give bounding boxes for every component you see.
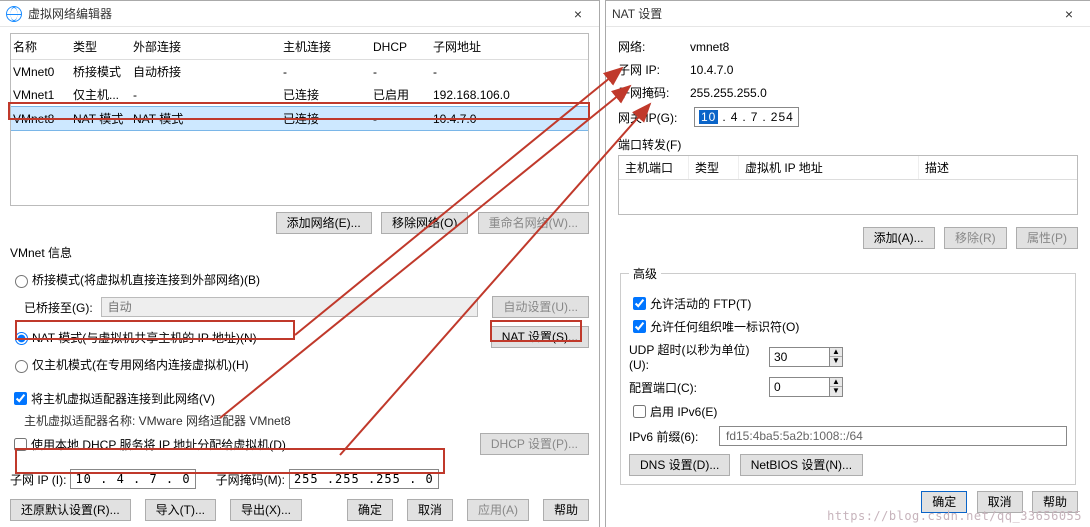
config-port-row: 配置端口(C): ▲▼ bbox=[629, 377, 1067, 397]
allow-ftp-checkbox[interactable] bbox=[633, 297, 646, 310]
close-icon[interactable]: × bbox=[563, 6, 593, 22]
nat-settings-window: NAT 设置 × 网络:vmnet8 子网 IP:10.4.7.0 子网掩码:2… bbox=[605, 0, 1090, 527]
host-only-radio[interactable] bbox=[15, 360, 28, 373]
spinner-down-icon[interactable]: ▼ bbox=[830, 357, 842, 366]
apply-button[interactable]: 应用(A) bbox=[467, 499, 529, 521]
spinner-down-icon[interactable]: ▼ bbox=[830, 387, 842, 396]
table-row-selected[interactable]: VMnet8NAT 模式NAT 模式已连接-10.4.7.0 bbox=[11, 107, 588, 131]
dhcp-settings-button[interactable]: DHCP 设置(P)... bbox=[480, 433, 589, 455]
nat-mode-label: NAT 模式(与虚拟机共享主机的 IP 地址)(N) bbox=[32, 329, 257, 346]
subnet-ip-value: 10.4.7.0 bbox=[690, 63, 733, 77]
col-ext[interactable]: 外部连接 bbox=[131, 34, 281, 60]
enable-ipv6-row[interactable]: 启用 IPv6(E) bbox=[629, 402, 1067, 421]
pf-props-button[interactable]: 属性(P) bbox=[1016, 227, 1078, 249]
close-icon[interactable]: × bbox=[1054, 6, 1084, 22]
dhcp-check-row[interactable]: 使用本地 DHCP 服务将 IP 地址分配给虚拟机(D) DHCP 设置(P).… bbox=[10, 433, 589, 455]
col-subnet[interactable]: 子网地址 bbox=[431, 34, 588, 60]
restore-defaults-button[interactable]: 还原默认设置(R)... bbox=[10, 499, 131, 521]
col-type[interactable]: 类型 bbox=[71, 34, 131, 60]
right-window-title: NAT 设置 bbox=[612, 5, 1054, 22]
ipv6-prefix-input[interactable] bbox=[719, 426, 1067, 446]
allow-org-row[interactable]: 允许任何组织唯一标识符(O) bbox=[629, 317, 1067, 336]
networks-table[interactable]: 名称 类型 外部连接 主机连接 DHCP 子网地址 VMnet0桥接模式自动桥接… bbox=[11, 34, 588, 131]
config-port-spinner[interactable]: ▲▼ bbox=[769, 377, 843, 397]
table-row[interactable]: VMnet0桥接模式自动桥接--- bbox=[11, 60, 588, 84]
udp-timeout-spinner[interactable]: ▲▼ bbox=[769, 347, 843, 367]
rename-network-button[interactable]: 重命名网络(W)... bbox=[478, 212, 589, 234]
subnet-mask-value: 255.255.255.0 bbox=[690, 86, 767, 100]
remove-network-button[interactable]: 移除网络(O) bbox=[381, 212, 468, 234]
network-row: 网络:vmnet8 bbox=[618, 38, 1078, 55]
network-buttons-row: 添加网络(E)... 移除网络(O) 重命名网络(W)... bbox=[10, 212, 589, 234]
dhcp-label: 使用本地 DHCP 服务将 IP 地址分配给虚拟机(D) bbox=[31, 436, 286, 453]
watermark-text: https://blog.csdn.net/qq_33656055 bbox=[827, 509, 1082, 523]
allow-ftp-row[interactable]: 允许活动的 FTP(T) bbox=[629, 294, 1067, 313]
export-button[interactable]: 导出(X)... bbox=[230, 499, 302, 521]
pf-col-vmip[interactable]: 虚拟机 IP 地址 bbox=[739, 156, 919, 179]
help-button[interactable]: 帮助 bbox=[543, 499, 589, 521]
left-footer-buttons: 还原默认设置(R)... 导入(T)... 导出(X)... 确定 取消 应用(… bbox=[10, 499, 589, 521]
pf-add-button[interactable]: 添加(A)... bbox=[863, 227, 935, 249]
bridge-mode-radio-row[interactable]: 桥接模式(将虚拟机直接连接到外部网络)(B) bbox=[10, 271, 589, 288]
advanced-legend: 高级 bbox=[629, 265, 661, 282]
import-button[interactable]: 导入(T)... bbox=[145, 499, 216, 521]
col-name[interactable]: 名称 bbox=[11, 34, 71, 60]
networks-table-container: 名称 类型 外部连接 主机连接 DHCP 子网地址 VMnet0桥接模式自动桥接… bbox=[10, 33, 589, 206]
subnet-mask-label: 子网掩码(M): bbox=[216, 471, 285, 488]
cancel-button[interactable]: 取消 bbox=[407, 499, 453, 521]
host-only-label: 仅主机模式(在专用网络内连接虚拟机)(H) bbox=[32, 356, 249, 373]
bridge-to-select[interactable]: 自动 bbox=[101, 297, 479, 317]
subnet-ip-row: 子网 IP:10.4.7.0 bbox=[618, 61, 1078, 78]
globe-icon bbox=[6, 6, 22, 22]
dns-netbios-row: DNS 设置(D)... NetBIOS 设置(N)... bbox=[629, 454, 1067, 476]
gateway-ip-input[interactable]: 10. 4. 7. 254 bbox=[694, 107, 799, 127]
virtual-network-editor-window: 虚拟网络编辑器 × 名称 类型 外部连接 主机连接 DHCP 子网地址 VMne… bbox=[0, 0, 600, 527]
bridge-to-label: 已桥接至(G): bbox=[24, 299, 93, 316]
gateway-ip-row: 网关 IP(G): 10. 4. 7. 254 bbox=[618, 107, 1078, 127]
port-forward-table[interactable]: 主机端口 类型 虚拟机 IP 地址 描述 bbox=[618, 155, 1078, 215]
pf-col-desc[interactable]: 描述 bbox=[919, 156, 1077, 179]
bridge-auto-settings-button[interactable]: 自动设置(U)... bbox=[492, 296, 589, 318]
subnet-mask-input[interactable]: 255 .255 .255 . 0 bbox=[289, 469, 439, 489]
subnet-ip-input[interactable]: 10 . 4 . 7 . 0 bbox=[70, 469, 195, 489]
right-titlebar: NAT 设置 × bbox=[606, 1, 1090, 27]
bridge-to-row: 已桥接至(G): 自动 自动设置(U)... bbox=[24, 296, 589, 318]
bridge-mode-radio[interactable] bbox=[15, 275, 28, 288]
dns-settings-button[interactable]: DNS 设置(D)... bbox=[629, 454, 730, 476]
advanced-group: 高级 允许活动的 FTP(T) 允许任何组织唯一标识符(O) UDP 超时(以秒… bbox=[620, 265, 1076, 485]
nat-settings-button[interactable]: NAT 设置(S)... bbox=[491, 326, 589, 348]
bridge-mode-label: 桥接模式(将虚拟机直接连接到外部网络)(B) bbox=[32, 271, 260, 288]
subnet-ip-label: 子网 IP (I): bbox=[10, 471, 66, 488]
col-dhcp[interactable]: DHCP bbox=[371, 34, 431, 60]
host-only-radio-row[interactable]: 仅主机模式(在专用网络内连接虚拟机)(H) bbox=[10, 356, 589, 373]
pf-col-type[interactable]: 类型 bbox=[689, 156, 739, 179]
left-titlebar: 虚拟网络编辑器 × bbox=[0, 1, 599, 27]
ok-button[interactable]: 确定 bbox=[347, 499, 393, 521]
nat-mode-radio-row[interactable]: NAT 模式(与虚拟机共享主机的 IP 地址)(N) NAT 设置(S)... bbox=[10, 326, 589, 348]
nat-mode-radio[interactable] bbox=[15, 332, 28, 345]
table-row[interactable]: VMnet1仅主机...-已连接已启用192.168.106.0 bbox=[11, 83, 588, 107]
dhcp-checkbox[interactable] bbox=[14, 438, 27, 451]
connect-adapter-checkbox[interactable] bbox=[14, 392, 27, 405]
adapter-name-label: 主机虚拟适配器名称: VMware 网络适配器 VMnet8 bbox=[24, 412, 589, 429]
vmnet-info-header: VMnet 信息 bbox=[10, 244, 589, 261]
udp-timeout-row: UDP 超时(以秒为单位)(U): ▲▼ bbox=[629, 341, 1067, 372]
network-value: vmnet8 bbox=[690, 40, 729, 54]
pf-remove-button[interactable]: 移除(R) bbox=[944, 227, 1007, 249]
subnet-row: 子网 IP (I): 10 . 4 . 7 . 0 子网掩码(M): 255 .… bbox=[10, 469, 589, 489]
ipv6-prefix-row: IPv6 前缀(6): bbox=[629, 426, 1067, 446]
connect-adapter-label: 将主机虚拟适配器连接到此网络(V) bbox=[31, 390, 215, 407]
port-forward-buttons: 添加(A)... 移除(R) 属性(P) bbox=[618, 227, 1078, 249]
connect-adapter-check-row[interactable]: 将主机虚拟适配器连接到此网络(V) bbox=[10, 389, 589, 408]
col-host[interactable]: 主机连接 bbox=[281, 34, 371, 60]
netbios-settings-button[interactable]: NetBIOS 设置(N)... bbox=[740, 454, 863, 476]
subnet-mask-row: 子网掩码:255.255.255.0 bbox=[618, 84, 1078, 101]
left-window-title: 虚拟网络编辑器 bbox=[28, 5, 563, 22]
enable-ipv6-checkbox[interactable] bbox=[633, 405, 646, 418]
port-forward-label: 端口转发(F) bbox=[618, 136, 1078, 153]
allow-org-checkbox[interactable] bbox=[633, 320, 646, 333]
pf-col-hostport[interactable]: 主机端口 bbox=[619, 156, 689, 179]
add-network-button[interactable]: 添加网络(E)... bbox=[276, 212, 372, 234]
